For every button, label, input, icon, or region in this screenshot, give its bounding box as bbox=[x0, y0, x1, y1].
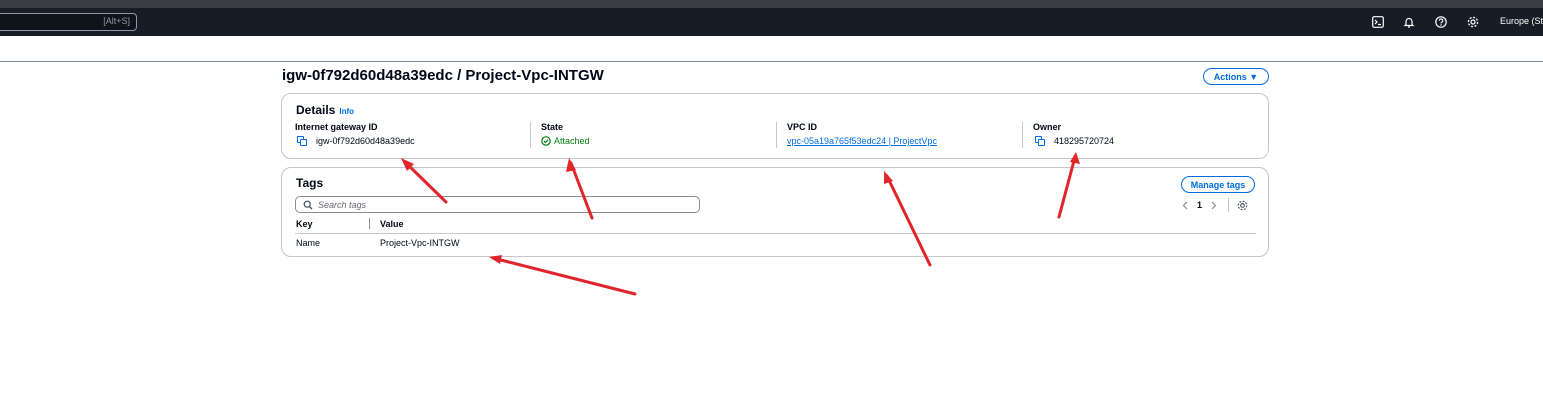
search-icon bbox=[303, 200, 313, 210]
global-search-input[interactable]: [Alt+S] bbox=[0, 13, 137, 31]
chevron-right-icon[interactable] bbox=[1211, 201, 1217, 210]
details-panel: Details Info Internet gateway ID igw-0f79… bbox=[281, 93, 1269, 159]
igw-id-value: igw-0f792d60d48a39edc bbox=[316, 136, 415, 146]
pagination: 1 bbox=[1182, 198, 1248, 212]
pager-divider bbox=[1228, 198, 1230, 212]
tag-key-cell: Name bbox=[296, 238, 321, 248]
owner-value: 418295720724 bbox=[1054, 136, 1115, 146]
preferences-gear-icon[interactable] bbox=[1237, 200, 1248, 211]
copy-icon[interactable] bbox=[1035, 136, 1045, 146]
browser-strip bbox=[0, 0, 1543, 8]
manage-tags-button[interactable]: Manage tags bbox=[1181, 176, 1255, 193]
igw-id-label: Internet gateway ID bbox=[295, 122, 378, 132]
state-field: State Attached bbox=[530, 122, 590, 148]
column-header-key[interactable]: Key bbox=[296, 219, 313, 229]
state-label: State bbox=[541, 122, 564, 132]
search-placeholder: Search tags bbox=[318, 200, 367, 210]
page-number[interactable]: 1 bbox=[1197, 200, 1202, 210]
details-heading: Details bbox=[296, 103, 336, 117]
igw-id-field: Internet gateway ID igw-0f792d60d48a39ed… bbox=[295, 122, 415, 148]
details-title: Details Info bbox=[296, 103, 354, 117]
console-top-bar: [Alt+S] Europe (Stoc bbox=[0, 8, 1543, 36]
state-value: Attached bbox=[554, 136, 590, 146]
help-icon[interactable] bbox=[1433, 14, 1449, 30]
actions-button[interactable]: Actions ▼ bbox=[1203, 68, 1269, 85]
cloudshell-icon[interactable] bbox=[1370, 14, 1386, 30]
tags-title: Tags bbox=[296, 176, 324, 190]
tag-value-cell: Project-Vpc-INTGW bbox=[380, 238, 460, 248]
vpc-id-field: VPC ID vpc-05a19a765f53edc24 | ProjectVp… bbox=[776, 122, 937, 148]
bell-icon[interactable] bbox=[1401, 14, 1417, 30]
page-title: igw-0f792d60d48a39edc / Project-Vpc-INTG… bbox=[282, 67, 604, 84]
tags-panel: Tags Manage tags Search tags 1 Key Value… bbox=[281, 167, 1269, 257]
search-shortcut: [Alt+S] bbox=[103, 16, 130, 26]
vpc-id-label: VPC ID bbox=[787, 122, 818, 132]
owner-field: Owner 418295720724 bbox=[1022, 122, 1114, 148]
region-selector[interactable]: Europe (Stoc bbox=[1500, 16, 1543, 26]
header-divider bbox=[295, 233, 1256, 234]
tags-search-input[interactable]: Search tags bbox=[295, 196, 700, 213]
vpc-id-link[interactable]: vpc-05a19a765f53edc24 | ProjectVpc bbox=[787, 136, 937, 146]
check-circle-icon bbox=[541, 136, 551, 146]
column-header-value[interactable]: Value bbox=[380, 219, 404, 229]
copy-icon[interactable] bbox=[297, 136, 307, 146]
info-link[interactable]: Info bbox=[339, 107, 354, 116]
console-sub-bar bbox=[0, 36, 1543, 62]
annotation-arrow bbox=[491, 256, 637, 296]
chevron-left-icon[interactable] bbox=[1182, 201, 1188, 210]
column-divider bbox=[369, 218, 370, 229]
owner-label: Owner bbox=[1033, 122, 1062, 132]
gear-icon[interactable] bbox=[1465, 14, 1481, 30]
